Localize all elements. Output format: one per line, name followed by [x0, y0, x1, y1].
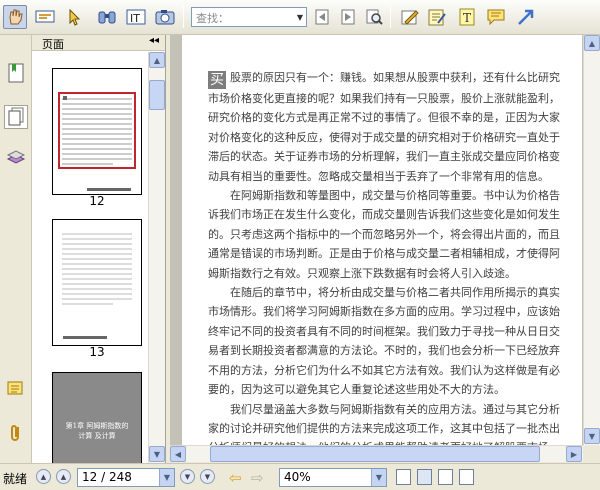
find-search-icon[interactable]: [362, 5, 386, 29]
scroll-up-icon[interactable]: ▲: [584, 35, 600, 51]
horizontal-scroll-thumb[interactable]: [210, 446, 540, 462]
note-edit-icon[interactable]: [425, 5, 449, 29]
page-thumbnail-14[interactable]: 第1章 阿姆斯指数的计算 及计算: [52, 372, 142, 463]
page-text: 买股票的原因只有一个：赚钱。如果想从股票中获利，还有什么比研究市场价格变化更直接…: [208, 68, 560, 445]
hand-tool-icon[interactable]: [3, 5, 27, 29]
navigation-rail: [0, 35, 32, 463]
text-select-icon[interactable]: IT: [124, 5, 148, 29]
select-text-icon[interactable]: [33, 5, 57, 29]
facing-view-icon[interactable]: [438, 469, 453, 485]
find-dropdown-arrow-icon[interactable]: ▼: [294, 8, 306, 26]
scroll-thumb[interactable]: [149, 80, 165, 110]
document-page: 买股票的原因只有一个：赚钱。如果想从股票中获利，还有什么比研究市场价格变化更直接…: [182, 35, 582, 445]
paragraph-text: 股票的原因只有一个：赚钱。如果想从股票中获利，还有什么比研究市场价格变化更直接的…: [208, 71, 560, 183]
thumbnail-list: 12 13 第1章 阿姆斯指数的计算 及计算: [32, 52, 148, 463]
text-box-icon[interactable]: T: [455, 5, 479, 29]
collapse-panel-icon[interactable]: ◂◂: [149, 35, 159, 46]
zoom-dropdown-icon[interactable]: ▼: [371, 469, 386, 486]
zoom-field[interactable]: 40% ▼: [279, 468, 387, 487]
thumbnails-header: 页面 ◂◂: [32, 35, 165, 51]
binoculars-icon[interactable]: [95, 5, 119, 29]
chapter-title-thumbnail: 第1章 阿姆斯指数的计算 及计算: [65, 422, 129, 440]
find-next-icon[interactable]: [336, 5, 360, 29]
document-view: 买股票的原因只有一个：赚钱。如果想从股票中获利，还有什么比研究市场价格变化更直接…: [170, 35, 600, 445]
svg-text:T: T: [463, 11, 471, 25]
next-page-icon[interactable]: ▼: [180, 469, 195, 484]
scroll-down-icon[interactable]: ▼: [584, 428, 600, 444]
page-number-value: 12 / 248: [82, 470, 132, 484]
scroll-left-icon[interactable]: ◀: [170, 446, 186, 462]
comments-panel-icon[interactable]: [4, 377, 28, 401]
thumbnail-label: 13: [89, 345, 105, 359]
bookmarks-icon[interactable]: [4, 61, 28, 85]
callout-note-icon[interactable]: [484, 5, 508, 29]
panel-title: 页面: [42, 38, 64, 51]
page-dropdown-icon[interactable]: ▼: [159, 469, 174, 486]
svg-text:IT: IT: [130, 12, 140, 25]
forward-arrow-icon[interactable]: ⇨: [251, 469, 264, 487]
thumbnail-label: 12: [89, 194, 105, 208]
first-paragraph: 买股票的原因只有一个：赚钱。如果想从股票中获利，还有什么比研究市场价格变化更直接…: [208, 68, 560, 186]
back-arrow-icon[interactable]: ⇦: [229, 469, 242, 487]
find-previous-icon[interactable]: [310, 5, 334, 29]
find-input[interactable]: 查找： ▼: [191, 7, 307, 27]
single-page-view-icon[interactable]: [396, 469, 411, 485]
status-bar: 就绪 ▲ ▲ 12 / 248 ▼ ▼ ▼ ⇦ ⇨ 40% ▼: [0, 463, 600, 490]
layers-icon[interactable]: [4, 145, 28, 169]
page-thumbnails-panel: 页面 ◂◂ 12 13 第1章 阿姆斯指数的计算 及计算 ▲ ▼: [32, 35, 166, 463]
toolbar: IT 查找： ▼ T: [0, 0, 600, 35]
select-arrow-icon[interactable]: [63, 5, 87, 29]
attachments-paperclip-icon[interactable]: [4, 421, 28, 445]
page-thumbnail-12[interactable]: [52, 68, 142, 195]
paragraph: 在阿姆斯指数和等量图中，成交量与价格同等重要。书中认为价格告诉我们市场正在发生什…: [208, 189, 560, 280]
drop-cap: 买: [208, 71, 226, 89]
continuous-view-icon[interactable]: [417, 469, 432, 485]
arrow-tool-icon[interactable]: [514, 5, 538, 29]
pages-panel-icon[interactable]: [4, 105, 28, 129]
status-ready: 就绪: [3, 472, 28, 486]
zoom-value: 40%: [284, 470, 311, 484]
paragraph: 在随后的章节中，将分析由成交量与价格二者共同作用所揭示的真实市场情形。我们将学习…: [208, 286, 560, 397]
paragraph: 我们尽量涵盖大多数与阿姆斯指数有关的应用方法。通过与其它分析家的讨论并研究他们提…: [208, 402, 560, 446]
page-number-field[interactable]: 12 / 248 ▼: [77, 468, 175, 487]
continuous-facing-view-icon[interactable]: [459, 469, 474, 485]
first-page-icon[interactable]: ▲: [36, 469, 51, 484]
scroll-right-icon[interactable]: ▶: [566, 446, 582, 462]
comment-pen-icon[interactable]: [398, 5, 422, 29]
page-thumbnail-13[interactable]: [52, 219, 142, 346]
last-page-icon[interactable]: ▼: [200, 469, 215, 484]
document-horizontal-scrollbar[interactable]: ◀ ▶: [170, 445, 583, 462]
scroll-up-icon[interactable]: ▲: [149, 52, 165, 68]
scroll-down-icon[interactable]: ▼: [149, 446, 165, 462]
thumbnails-scrollbar[interactable]: ▲ ▼: [148, 52, 165, 463]
snapshot-camera-icon[interactable]: [153, 5, 177, 29]
document-vertical-scrollbar[interactable]: ▲ ▼: [583, 35, 600, 445]
find-placeholder: 查找：: [196, 12, 229, 25]
previous-page-icon[interactable]: ▲: [56, 469, 71, 484]
